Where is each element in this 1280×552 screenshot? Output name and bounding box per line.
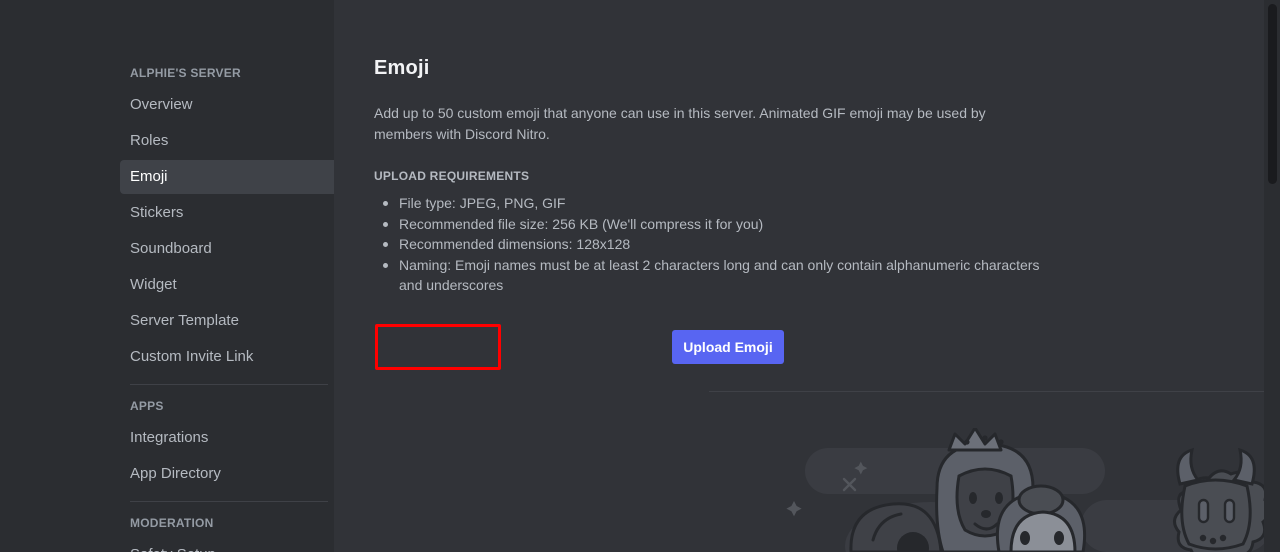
emoji-empty-state-illustration [781, 428, 1280, 552]
sidebar-section-header-moderation: MODERATION [130, 516, 214, 530]
list-item-text: Recommended dimensions: 128x128 [399, 236, 631, 252]
list-item: File type: JPEG, PNG, GIF [374, 193, 1064, 214]
sidebar-item-stickers[interactable]: Stickers [120, 196, 334, 230]
sidebar-section-header-server: ALPHIE'S SERVER [130, 66, 241, 80]
sidebar-divider [130, 384, 328, 385]
bullet-icon [383, 242, 388, 247]
sidebar-item-app-directory[interactable]: App Directory [120, 457, 334, 491]
sidebar-divider [130, 501, 328, 502]
sidebar-item-custom-invite-link[interactable]: Custom Invite Link [120, 340, 334, 374]
list-item-text: Recommended file size: 256 KB (We'll com… [399, 215, 764, 232]
discord-server-settings-window: ALPHIE'S SERVER Overview Roles Emoji Sti… [0, 0, 1280, 552]
bullet-icon [383, 221, 388, 227]
sidebar-inner: ALPHIE'S SERVER Overview Roles Emoji Sti… [120, 60, 334, 552]
sidebar-item-emoji[interactable]: Emoji [120, 160, 334, 194]
sidebar-item-integrations[interactable]: Integrations [120, 421, 334, 455]
sidebar-item-label: Safety Setup [130, 546, 216, 552]
page-title: Emoji [374, 57, 430, 79]
settings-content-panel: Emoji Add up to 50 custom emoji that any… [334, 0, 1280, 552]
sidebar-item-label: Stickers [130, 204, 184, 221]
sidebar-item-label: Soundboard [130, 240, 212, 257]
sidebar-item-label: Widget [130, 276, 177, 293]
settings-sidebar: ALPHIE'S SERVER Overview Roles Emoji Sti… [0, 0, 334, 552]
bullet-icon [383, 262, 388, 268]
sidebar-section-header-apps: APPS [130, 399, 164, 413]
content-scrollbar-thumb[interactable] [1268, 4, 1277, 184]
list-item: Recommended dimensions: 128x128 [374, 234, 1064, 255]
sidebar-item-widget[interactable]: Widget [120, 268, 334, 302]
sidebar-item-label: Overview [130, 96, 193, 113]
annotation-highlight-box [375, 324, 501, 370]
section-divider [709, 391, 1280, 392]
upload-requirements-label: UPLOAD REQUIREMENTS [374, 169, 530, 183]
upload-requirements-list: File type: JPEG, PNG, GIF Recommended fi… [374, 193, 1064, 296]
list-item: Naming: Emoji names must be at least 2 c… [374, 255, 1064, 296]
list-item-text: File type: JPEG, PNG, GIF [399, 195, 566, 211]
sidebar-item-soundboard[interactable]: Soundboard [120, 232, 334, 266]
upload-emoji-button[interactable]: Upload Emoji [672, 330, 784, 364]
sidebar-item-label: Emoji [130, 168, 168, 185]
sidebar-item-overview[interactable]: Overview [120, 88, 334, 122]
sidebar-item-server-template[interactable]: Server Template [120, 304, 334, 338]
sidebar-item-label: Custom Invite Link [130, 348, 254, 365]
sidebar-item-label: Integrations [130, 429, 209, 446]
sidebar-item-label: Roles [130, 132, 169, 149]
sidebar-item-label: Server Template [130, 312, 239, 329]
page-description: Add up to 50 custom emoji that anyone ca… [374, 105, 986, 142]
bullet-icon [383, 201, 388, 206]
emoji-settings-body: Emoji Add up to 50 custom emoji that any… [374, 56, 1064, 370]
list-item: Recommended file size: 256 KB (We'll com… [374, 214, 1064, 235]
sidebar-item-label: App Directory [130, 465, 221, 482]
content-scrollbar-track[interactable] [1264, 0, 1280, 552]
sidebar-item-safety-setup[interactable]: Safety Setup [120, 538, 334, 552]
list-item-text: Naming: Emoji names must be at least 2 c… [399, 256, 1040, 294]
sidebar-item-roles[interactable]: Roles [120, 124, 334, 158]
